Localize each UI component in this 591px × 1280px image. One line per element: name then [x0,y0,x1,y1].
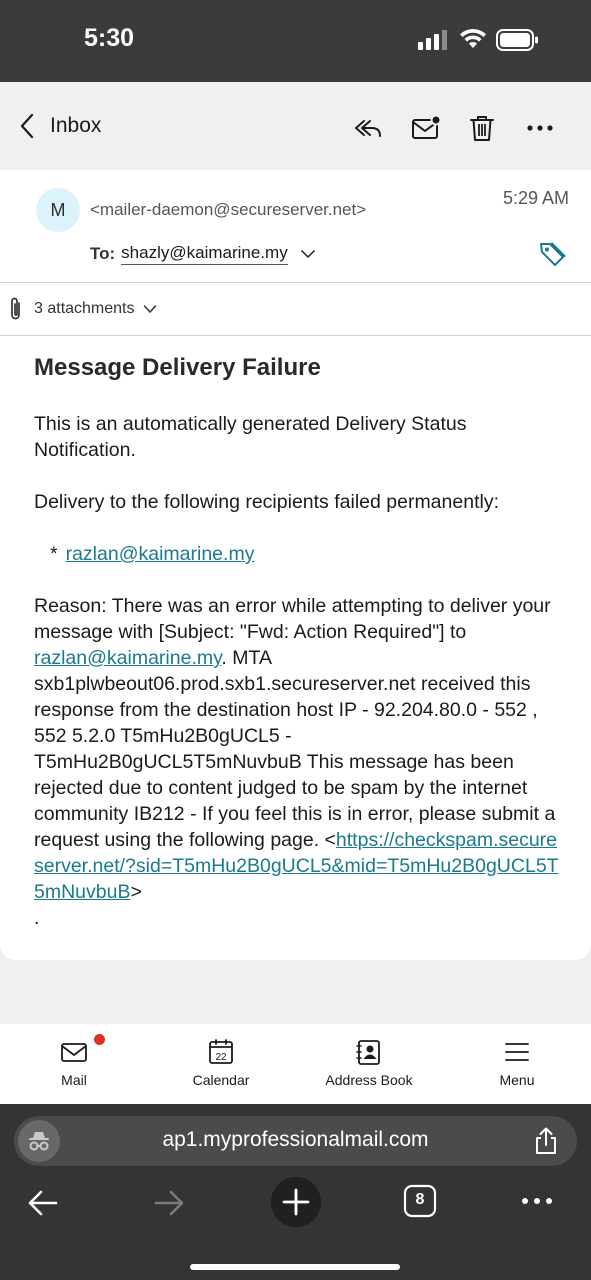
battery-icon [496,29,538,51]
reason-text: > [130,881,142,903]
new-tab-icon[interactable] [270,1176,322,1228]
header-divider [0,282,591,283]
status-time: 5:30 [84,24,135,52]
home-indicator [190,1264,400,1270]
nav-item-mail[interactable]: Mail [14,1024,134,1104]
nav-label: Calendar [192,1072,250,1088]
paperclip-icon [11,297,20,320]
more-options-icon[interactable] [524,112,556,144]
attachments-divider [0,335,591,336]
nav-label: Address Book [325,1072,413,1088]
email-subject: Message Delivery Failure [34,354,321,381]
reply-all-icon[interactable] [352,112,384,144]
browser-back-icon[interactable] [26,1180,60,1226]
reason-recipient-link[interactable]: razlan@kaimarine.my [34,647,221,669]
wifi-icon [460,28,486,48]
url-text: ap1.myprofessionalmail.com [162,1128,429,1151]
tabs-button[interactable]: 8 [403,1184,437,1218]
sender-address[interactable]: <mailer-daemon@secureserver.net> [90,200,366,220]
message-header-bar: Inbox [0,82,591,170]
chevron-down-icon[interactable] [300,248,316,260]
tag-icon[interactable] [538,240,566,268]
nav-item-calendar[interactable]: 22 Calendar [161,1024,281,1104]
reason-text: . MTA sxb1plwbeout06.prod.sxb1.secureser… [34,647,556,851]
chevron-down-icon [143,305,156,314]
browser-more-icon[interactable] [520,1190,554,1212]
browser-forward-icon[interactable] [152,1180,186,1226]
trailing-dot: . [34,907,40,929]
attachments-label: 3 attachments [34,300,135,317]
recipient-row[interactable]: To: shazly@kaimarine.my [90,243,316,265]
body-paragraph: This is an automatically generated Deliv… [34,413,467,461]
bullet-marker: * [50,543,58,565]
back-to-inbox-button[interactable]: Inbox [18,112,101,140]
back-label: Inbox [50,114,102,137]
status-bar: 5:30 [0,0,591,82]
nav-label: Mail [61,1072,87,1088]
mark-unread-icon[interactable] [410,112,442,144]
reason-text: Reason: There was an error while attempt… [34,595,551,643]
failed-recipient-link[interactable]: razlan@kaimarine.my [66,543,255,565]
browser-toolbar: ap1.myprofessionalmail.com 8 [0,1104,591,1280]
received-time: 5:29 AM [502,188,569,208]
address-bar[interactable]: ap1.myprofessionalmail.com [14,1116,577,1166]
email-message-card: M <mailer-daemon@secureserver.net> 5:29 … [0,170,591,960]
bottom-navigation: Mail 22 Calendar Address Book Menu [0,1024,591,1104]
tab-count: 8 [415,1191,425,1208]
chevron-left-icon [20,113,34,139]
nav-item-address-book[interactable]: Address Book [309,1024,429,1104]
failed-recipient-item: * razlan@kaimarine.my [34,541,564,567]
recipient-address[interactable]: shazly@kaimarine.my [121,243,288,265]
address-book-icon [356,1040,380,1065]
email-body: This is an automatically generated Deliv… [34,411,564,931]
cellular-signal-icon [418,30,448,50]
to-label: To: [90,244,116,263]
mail-icon [61,1043,87,1062]
notification-dot [94,1034,105,1045]
sender-avatar: M [36,188,80,232]
calendar-day: 22 [215,1052,227,1063]
share-icon[interactable] [533,1126,559,1156]
nav-item-menu[interactable]: Menu [457,1024,577,1104]
reason-paragraph: Reason: There was an error while attempt… [34,593,564,905]
nav-label: Menu [499,1072,535,1088]
trash-icon[interactable] [466,112,498,144]
attachments-toggle[interactable]: 3 attachments [8,296,157,322]
body-paragraph: Delivery to the following recipients fai… [34,491,499,513]
calendar-icon: 22 [209,1039,233,1064]
menu-icon [505,1043,529,1061]
